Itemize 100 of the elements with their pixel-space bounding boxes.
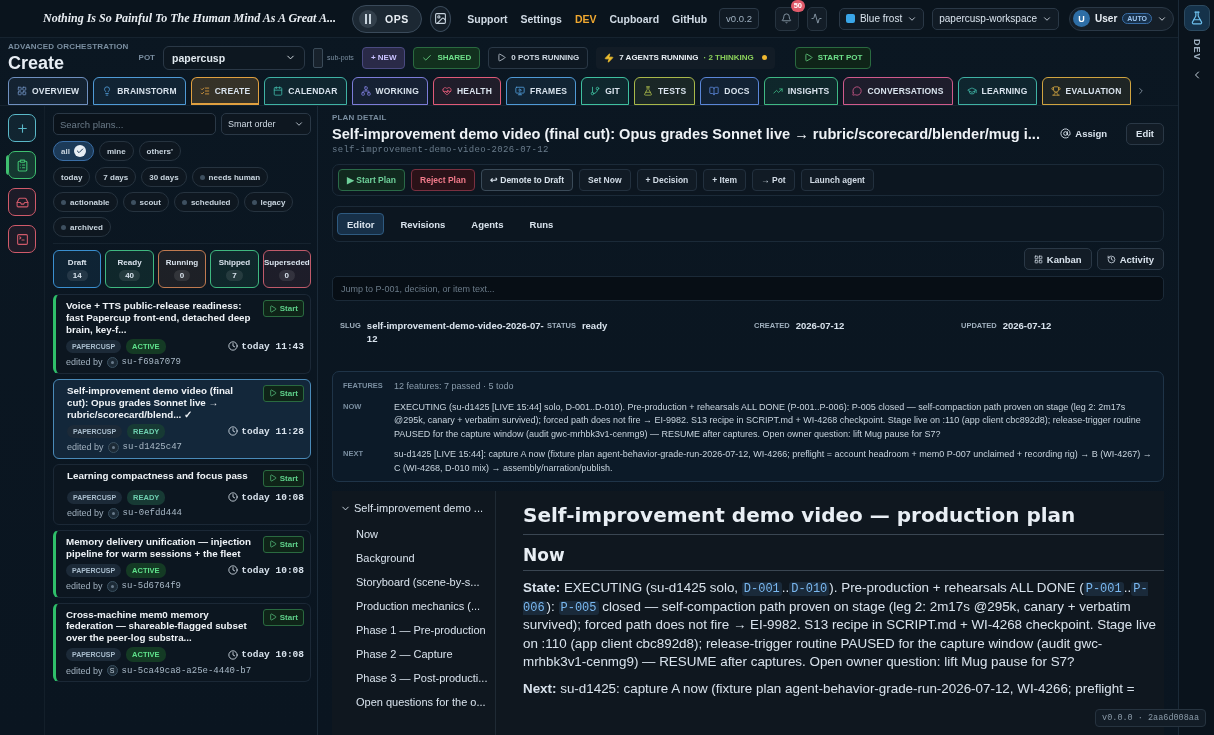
start-button[interactable]: Start <box>262 300 304 317</box>
action-button[interactable]: ▶ Start Plan <box>338 169 406 191</box>
play-icon <box>803 53 813 62</box>
action-button[interactable]: Set Now <box>579 169 631 191</box>
nav-tab[interactable]: DOCS <box>700 77 759 105</box>
rail-button[interactable] <box>8 151 36 179</box>
pot-select[interactable]: papercusp <box>163 45 305 70</box>
notifications-button[interactable] <box>775 6 799 31</box>
filter-chip[interactable]: actionable <box>53 192 118 212</box>
nav-tab[interactable]: HEALTH <box>433 77 502 105</box>
ops-button[interactable]: OPS <box>351 4 422 33</box>
image-icon <box>433 12 447 25</box>
filter-chip[interactable]: today <box>53 167 91 187</box>
check-icon <box>422 52 433 63</box>
nav-tab[interactable]: CALENDAR <box>264 77 347 105</box>
status-tile[interactable]: Shipped 7 <box>210 250 259 288</box>
outline-root[interactable]: Self-improvement demo ... <box>332 499 495 517</box>
filter-chip[interactable]: 30 days <box>141 167 187 187</box>
owner-filter[interactable]: all <box>53 141 94 161</box>
filter-chip[interactable]: scout <box>122 192 169 212</box>
header-button[interactable]: SHARED <box>413 46 481 69</box>
nav-tab[interactable]: LEARNING <box>957 77 1037 105</box>
nav-tab[interactable]: GIT <box>581 77 629 105</box>
outline-item[interactable]: Phase 3 — Post-producti... <box>332 666 495 690</box>
header-button[interactable]: + NEW <box>361 46 406 69</box>
rail-button[interactable] <box>8 188 36 216</box>
subpots-checkbox[interactable] <box>313 47 323 68</box>
start-pot-button[interactable]: START POT <box>794 46 872 69</box>
start-button[interactable]: Start <box>262 608 304 626</box>
filter-chip[interactable]: 7 days <box>95 167 137 187</box>
status-tile[interactable]: Draft 14 <box>53 250 102 288</box>
filter-chip[interactable]: needs human <box>191 167 269 187</box>
filter-chip[interactable]: archived <box>53 217 111 237</box>
nav-tab[interactable]: EVALUATION <box>1041 77 1131 105</box>
view-button[interactable]: Activity <box>1096 248 1164 270</box>
status-tile[interactable]: Superseded 0 <box>262 250 312 288</box>
assign-button[interactable]: Assign <box>1051 122 1117 145</box>
nav-tab[interactable]: CREATE <box>190 77 260 105</box>
status-tile[interactable]: Running 0 <box>157 250 207 288</box>
action-button[interactable]: + Item <box>703 169 747 191</box>
activity-button[interactable] <box>807 6 827 31</box>
action-button[interactable]: ↩ Demote to Draft <box>480 169 573 191</box>
nav-tab[interactable]: FRAMES <box>506 77 577 105</box>
dot-icon <box>130 199 136 205</box>
detail-tab[interactable]: Revisions <box>390 213 456 235</box>
detail-tab[interactable]: Runs <box>519 213 564 235</box>
detail-tab[interactable]: Agents <box>461 213 514 235</box>
status-count: 40 <box>119 269 141 281</box>
nav-tab[interactable]: TESTS <box>633 77 696 105</box>
filter-chip[interactable]: scheduled <box>173 192 239 212</box>
rail-button[interactable] <box>8 225 36 253</box>
owner-filter[interactable]: others' <box>138 141 181 161</box>
book-icon <box>709 86 720 96</box>
rail-button[interactable] <box>8 114 36 142</box>
action-button[interactable]: Reject Plan <box>411 169 475 191</box>
outline-item[interactable]: Background <box>332 546 495 570</box>
order-select[interactable]: Smart order <box>221 113 311 135</box>
meta-value: self-improvement-demo-video-2026-07-12 <box>366 319 545 346</box>
status-tile[interactable]: Ready 40 <box>105 250 154 288</box>
action-button[interactable]: → Pot <box>752 169 795 191</box>
outline-item[interactable]: Production mechanics (... <box>332 594 495 618</box>
nav-tab[interactable]: WORKING <box>351 77 428 105</box>
play-icon <box>268 474 277 483</box>
nav-tab[interactable]: OVERVIEW <box>8 77 89 105</box>
theme-select[interactable]: Blue frost <box>838 7 925 30</box>
nav-tab[interactable]: INSIGHTS <box>763 77 839 105</box>
page-title: Create <box>8 52 66 74</box>
start-button[interactable]: Start <box>262 469 304 487</box>
filter-chip[interactable]: legacy <box>243 192 294 212</box>
start-button[interactable]: Start <box>262 535 304 553</box>
nav-link[interactable]: DEV <box>574 12 597 25</box>
editor-id: su-5ca49ca8-a25e-4440-b7 <box>121 665 252 676</box>
image-button[interactable] <box>429 5 452 32</box>
jump-field[interactable]: Jump to P-001, decision, or item text... <box>332 276 1164 301</box>
plan-time: today 11:43 <box>228 340 304 352</box>
search-field[interactable]: Search plans... <box>53 113 216 135</box>
outline-item[interactable]: Open questions for the o... <box>332 690 495 714</box>
workspace-select[interactable]: papercusp-workspace <box>932 7 1060 30</box>
nav-link[interactable]: Settings <box>520 12 562 25</box>
nav-link[interactable]: GitHub <box>672 12 708 25</box>
flask-button[interactable] <box>1183 5 1210 31</box>
outline-item[interactable]: Now <box>332 522 495 546</box>
nav-tab[interactable]: CONVERSATIONS <box>843 77 953 105</box>
action-button[interactable]: Launch agent <box>800 169 874 191</box>
detail-tab[interactable]: Editor <box>337 213 385 235</box>
edit-button[interactable]: Edit <box>1126 122 1164 145</box>
outline-item[interactable]: Phase 1 — Pre-production <box>332 618 495 642</box>
nav-tab[interactable]: BRAINSTORM <box>93 77 186 105</box>
plan-slug: self-improvement-demo-video-2026-07-12 <box>332 145 550 155</box>
view-button[interactable]: Kanban <box>1023 248 1092 270</box>
build-badge: v0.0.0 · 2aa6d008aa <box>1095 709 1206 727</box>
start-button[interactable]: Start <box>262 384 304 402</box>
nav-link[interactable]: Cupboard <box>609 12 660 25</box>
owner-filter[interactable]: mine <box>98 141 134 161</box>
editor-id: su-f69a7079 <box>121 357 181 368</box>
action-button[interactable]: + Decision <box>636 169 698 191</box>
header-button[interactable]: 0 POTS RUNNING <box>488 46 589 69</box>
nav-link[interactable]: Support <box>467 12 508 25</box>
outline-item[interactable]: Phase 2 — Capture <box>332 642 495 666</box>
outline-item[interactable]: Storyboard (scene-by-s... <box>332 570 495 594</box>
